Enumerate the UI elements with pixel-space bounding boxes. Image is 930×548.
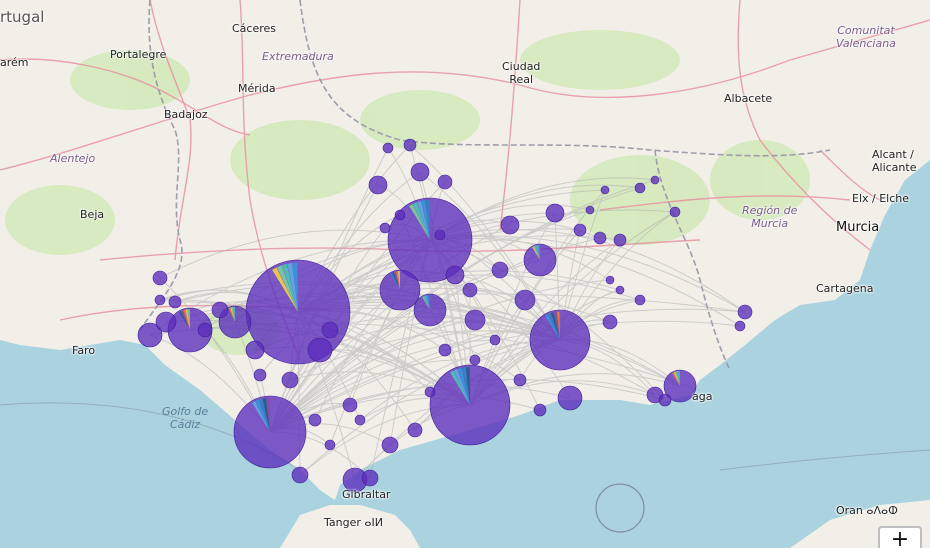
city-label-badajoz: Badajoz (164, 108, 208, 121)
pie-marker[interactable] (291, 466, 309, 484)
region-label-extremadura: Extremadura (262, 50, 334, 63)
city-label-faro: Faro (72, 344, 96, 357)
pie-marker[interactable] (634, 182, 646, 194)
sea-feature-circle (595, 483, 645, 533)
region-label-murcia: Región de Murcia (742, 204, 798, 230)
pie-marker[interactable] (308, 413, 322, 427)
pie-marker[interactable] (605, 275, 615, 285)
pie-marker[interactable] (615, 285, 625, 295)
pie-marker[interactable] (464, 309, 486, 331)
pie-marker[interactable] (438, 343, 452, 357)
pie-marker[interactable] (307, 337, 333, 363)
pie-marker[interactable] (533, 403, 547, 417)
pie-marker[interactable] (168, 295, 182, 309)
city-label-gibraltar: Gibraltar (342, 488, 391, 501)
city-label-alicante: Alcant / Alicante (872, 148, 917, 174)
city-label-caceres: Cáceres (232, 22, 277, 35)
pie-marker[interactable] (462, 282, 478, 298)
city-label-elche: Elx / Elche (852, 192, 910, 205)
city-label-cartagena: Cartagena (816, 282, 874, 295)
pie-marker[interactable] (379, 222, 391, 234)
city-label-albacete: Albacete (724, 92, 773, 105)
pie-marker[interactable] (361, 469, 379, 487)
pie-marker[interactable] (394, 209, 406, 221)
pie-marker[interactable] (650, 175, 660, 185)
pie-marker[interactable] (281, 371, 299, 389)
pie-marker[interactable] (573, 223, 587, 237)
pie-marker[interactable] (155, 311, 177, 333)
pie-marker[interactable] (197, 322, 213, 338)
map-canvas[interactable]: rtugal Extremadura Alentejo Región de Mu… (0, 0, 930, 548)
pie-marker[interactable] (557, 385, 583, 411)
city-label-ciudad-real: Ciudad Real (502, 60, 541, 86)
region-label-alentejo: Alentejo (50, 152, 96, 165)
region-label-valenciana: Comunitat Valenciana (836, 24, 896, 50)
pie-marker[interactable] (434, 229, 446, 241)
pie-marker[interactable] (602, 314, 618, 330)
pie-marker[interactable] (381, 436, 399, 454)
city-label-malaga-fragment: aga (692, 390, 713, 403)
pie-marker[interactable] (669, 206, 681, 218)
pie-marker[interactable] (152, 270, 168, 286)
city-label-santarem: arém (0, 56, 29, 69)
pie-marker[interactable] (489, 334, 501, 346)
pie-marker[interactable] (500, 215, 520, 235)
map-svg[interactable] (0, 0, 930, 548)
pie-marker[interactable] (437, 174, 453, 190)
pie-marker[interactable] (734, 320, 746, 332)
pie-marker[interactable] (424, 386, 436, 398)
city-label-beja: Beja (80, 208, 105, 221)
pie-marker[interactable] (613, 233, 627, 247)
pie-marker[interactable] (513, 373, 527, 387)
pie-marker[interactable] (593, 231, 607, 245)
pie-marker[interactable] (585, 205, 595, 215)
pie-marker[interactable] (737, 304, 753, 320)
pie-marker[interactable] (324, 439, 336, 451)
pie-marker[interactable] (354, 414, 366, 426)
pie-marker[interactable] (410, 162, 430, 182)
pie-marker[interactable] (342, 397, 358, 413)
pie-marker[interactable] (245, 340, 265, 360)
city-label-merida: Mérida (238, 82, 276, 95)
pie-marker[interactable] (321, 321, 339, 339)
pie-marker[interactable] (658, 393, 672, 407)
pie-marker[interactable] (469, 354, 481, 366)
pie-marker[interactable] (545, 203, 565, 223)
city-label-tanger: Tanger ⴰⵏⵍ (324, 516, 383, 529)
pie-marker[interactable] (154, 294, 166, 306)
pie-marker[interactable] (600, 185, 610, 195)
pie-marker[interactable] (253, 368, 267, 382)
city-label-murcia: Murcia (836, 220, 880, 235)
city-label-portalegre: Portalegre (110, 48, 167, 61)
pie-marker[interactable] (634, 294, 646, 306)
zoom-in-button[interactable]: + (878, 526, 922, 548)
pie-marker[interactable] (514, 289, 536, 311)
pie-marker[interactable] (382, 142, 394, 154)
sea-label-golfo-cadiz: Golfo de Cádiz (162, 405, 209, 431)
city-label-oran: Oran ⴰⴷⴰⵀ (836, 504, 898, 517)
pie-marker[interactable] (445, 265, 465, 285)
pie-marker[interactable] (407, 422, 423, 438)
pie-marker[interactable] (403, 138, 417, 152)
country-label-portugal: rtugal (0, 8, 45, 26)
pie-marker[interactable] (368, 175, 388, 195)
pie-marker[interactable] (211, 301, 229, 319)
pie-marker[interactable] (491, 261, 509, 279)
